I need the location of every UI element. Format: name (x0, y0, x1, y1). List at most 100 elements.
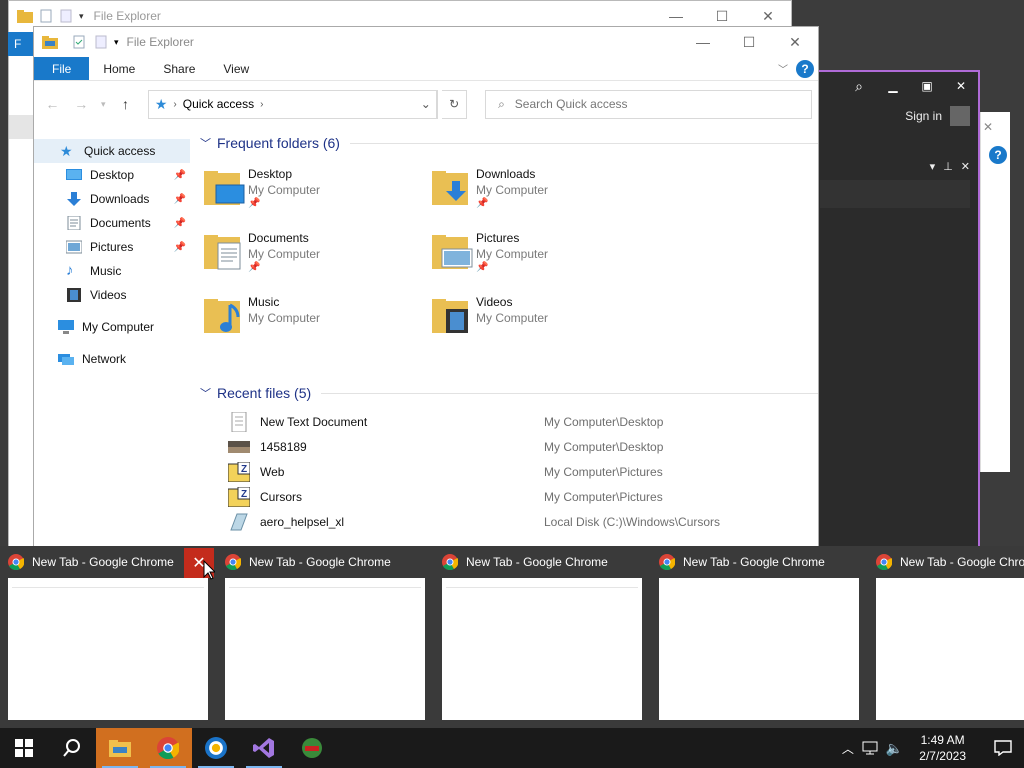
breadcrumb-chevron-icon[interactable]: › (260, 99, 263, 110)
frequent-folders-header[interactable]: ﹀ Frequent folders (6) (200, 131, 818, 155)
tab-home[interactable]: Home (89, 57, 149, 80)
folder-name: Pictures (476, 231, 520, 245)
pin-icon[interactable]: 📌 (174, 170, 186, 181)
taskbar-fps-app[interactable] (288, 728, 336, 768)
list-item[interactable]: 1458189 My Computer\Desktop (200, 434, 818, 459)
tab-view[interactable]: View (209, 57, 263, 80)
thumbnail-preview[interactable] (225, 578, 425, 720)
cursor-file-icon (230, 513, 248, 530)
zipped-folder-icon: Z (228, 461, 250, 482)
thumbnail-preview[interactable] (8, 578, 208, 720)
navigation-pane: ★ Quick access Desktop 📌 Downloads 📌 Doc… (34, 139, 190, 549)
thumbnail-preview[interactable] (876, 578, 1024, 720)
thumbnail-chrome-3[interactable]: New Tab - Google Chrome (434, 546, 651, 728)
taskbar-chrome[interactable] (144, 728, 192, 768)
maximize-icon[interactable]: ▣ (910, 79, 944, 93)
address-dropdown-icon[interactable]: ⌄ (415, 90, 438, 118)
taskbar-file-explorer[interactable] (96, 728, 144, 768)
bg-ribbon-file-tab[interactable]: F (8, 32, 34, 56)
sidebar-item-pictures[interactable]: Pictures 📌 (34, 235, 190, 259)
dropdown-icon[interactable]: ▾ (930, 160, 936, 180)
properties-icon (40, 9, 52, 23)
network-icon[interactable] (862, 741, 878, 755)
thumbnail-chrome-5[interactable]: New Tab - Google Chrome (868, 546, 1024, 728)
breadcrumb-chevron-icon[interactable]: › (173, 99, 176, 110)
customize-qa-icon[interactable]: ▾ (114, 37, 119, 48)
collapse-chevron-icon[interactable]: ﹀ (200, 135, 211, 151)
close-icon[interactable]: ✕ (944, 79, 978, 93)
volume-icon[interactable]: 🔈 (886, 740, 903, 757)
avatar[interactable] (950, 106, 970, 126)
file-explorer-window[interactable]: ▾ File Explorer — ☐ ✕ File Home Share Vi… (33, 26, 819, 550)
taskbar-visual-studio[interactable] (240, 728, 288, 768)
list-item[interactable]: aero_helpsel_xl Local Disk (C:)\Windows\… (200, 509, 818, 534)
list-item[interactable]: Z Web My Computer\Pictures (200, 459, 818, 484)
maximize-button[interactable]: ☐ (726, 27, 772, 57)
show-hidden-icons-icon[interactable]: ︿ (842, 740, 854, 757)
action-center-icon[interactable] (994, 740, 1012, 756)
folder-tile-documents[interactable]: Documents My Computer 📌 (200, 229, 420, 289)
start-button[interactable] (0, 728, 48, 768)
back-button[interactable]: ← (40, 91, 65, 117)
file-name: Cursors (260, 489, 303, 504)
folder-tile-videos[interactable]: Videos My Computer (428, 293, 648, 353)
pin-icon[interactable]: 📌 (174, 218, 186, 229)
search-icon[interactable]: ⌕ (842, 78, 876, 95)
sidebar-item-network[interactable]: Network (34, 347, 190, 371)
folder-tile-desktop[interactable]: Desktop My Computer 📌 (200, 165, 420, 225)
file-name: aero_helpsel_xl (260, 514, 345, 529)
sidebar-item-quick-access[interactable]: ★ Quick access (34, 139, 190, 163)
text-document-icon (231, 411, 247, 432)
thumbnail-chrome-1[interactable]: New Tab - Google Chrome ✕ (0, 546, 217, 728)
sidebar-item-music[interactable]: ♪ Music (34, 259, 190, 283)
customize-qa-icon[interactable]: ▾ (79, 11, 84, 22)
folder-tile-music[interactable]: Music My Computer (200, 293, 420, 353)
thumbnail-title: New Tab - Google Chrome (683, 555, 825, 569)
folder-tile-pictures[interactable]: Pictures My Computer 📌 (428, 229, 648, 289)
sidebar-item-videos[interactable]: Videos (34, 283, 190, 307)
folder-tile-downloads[interactable]: Downloads My Computer 📌 (428, 165, 648, 225)
thumbnail-chrome-2[interactable]: New Tab - Google Chrome (217, 546, 434, 728)
list-item[interactable]: New Text Document My Computer\Desktop (200, 409, 818, 434)
recent-files-header[interactable]: ﹀ Recent files (5) (200, 381, 818, 405)
recent-locations-icon[interactable]: ▾ (98, 91, 109, 117)
sidebar-item-documents[interactable]: Documents 📌 (34, 211, 190, 235)
search-button[interactable] (48, 728, 96, 768)
thumbnail-preview[interactable] (659, 578, 859, 720)
expand-ribbon-icon[interactable]: ﹀ (778, 61, 788, 76)
search-icon: ⌕ (498, 96, 505, 111)
pin-icon[interactable]: 📌 (174, 194, 186, 205)
help-icon[interactable]: ? (989, 146, 1007, 164)
forward-button[interactable]: → (69, 91, 94, 117)
tab-share[interactable]: Share (149, 57, 209, 80)
refresh-button[interactable]: ↻ (442, 89, 468, 119)
new-folder-icon[interactable] (94, 35, 108, 49)
sidebar-item-downloads[interactable]: Downloads 📌 (34, 187, 190, 211)
tab-file[interactable]: File (34, 57, 90, 80)
pin-icon[interactable]: 📌 (174, 242, 186, 253)
address-bar[interactable]: ★ › Quick access › ⌄ (147, 89, 439, 119)
downloads-icon (67, 192, 81, 206)
minimize-button[interactable]: — (680, 27, 726, 57)
close-panel-icon[interactable]: ✕ (961, 160, 970, 180)
close-button[interactable]: ✕ (772, 27, 818, 57)
properties-icon[interactable] (72, 35, 86, 49)
documents-icon (67, 216, 81, 230)
list-item[interactable]: Z Cursors My Computer\Pictures (200, 484, 818, 509)
sidebar-item-my-computer[interactable]: My Computer (34, 315, 190, 339)
breadcrumb[interactable]: Quick access (183, 97, 254, 111)
sign-in-link[interactable]: Sign in (905, 109, 942, 123)
collapse-chevron-icon[interactable]: ﹀ (200, 385, 211, 401)
sidebar-item-desktop[interactable]: Desktop 📌 (34, 163, 190, 187)
pin-icon[interactable]: ⊥ (943, 160, 953, 180)
minimize-icon[interactable]: ▁ (876, 79, 910, 93)
up-button[interactable]: ↑ (113, 91, 138, 117)
network-icon (58, 354, 74, 365)
side-close-icon[interactable]: ✕ (983, 120, 993, 134)
search-input[interactable]: ⌕ Search Quick access (485, 89, 812, 119)
clock[interactable]: 1:49 AM 2/7/2023 (911, 732, 974, 764)
help-icon[interactable]: ? (796, 59, 814, 78)
taskbar-brave[interactable] (192, 728, 240, 768)
thumbnail-chrome-4[interactable]: New Tab - Google Chrome (651, 546, 868, 728)
thumbnail-preview[interactable] (442, 578, 642, 720)
